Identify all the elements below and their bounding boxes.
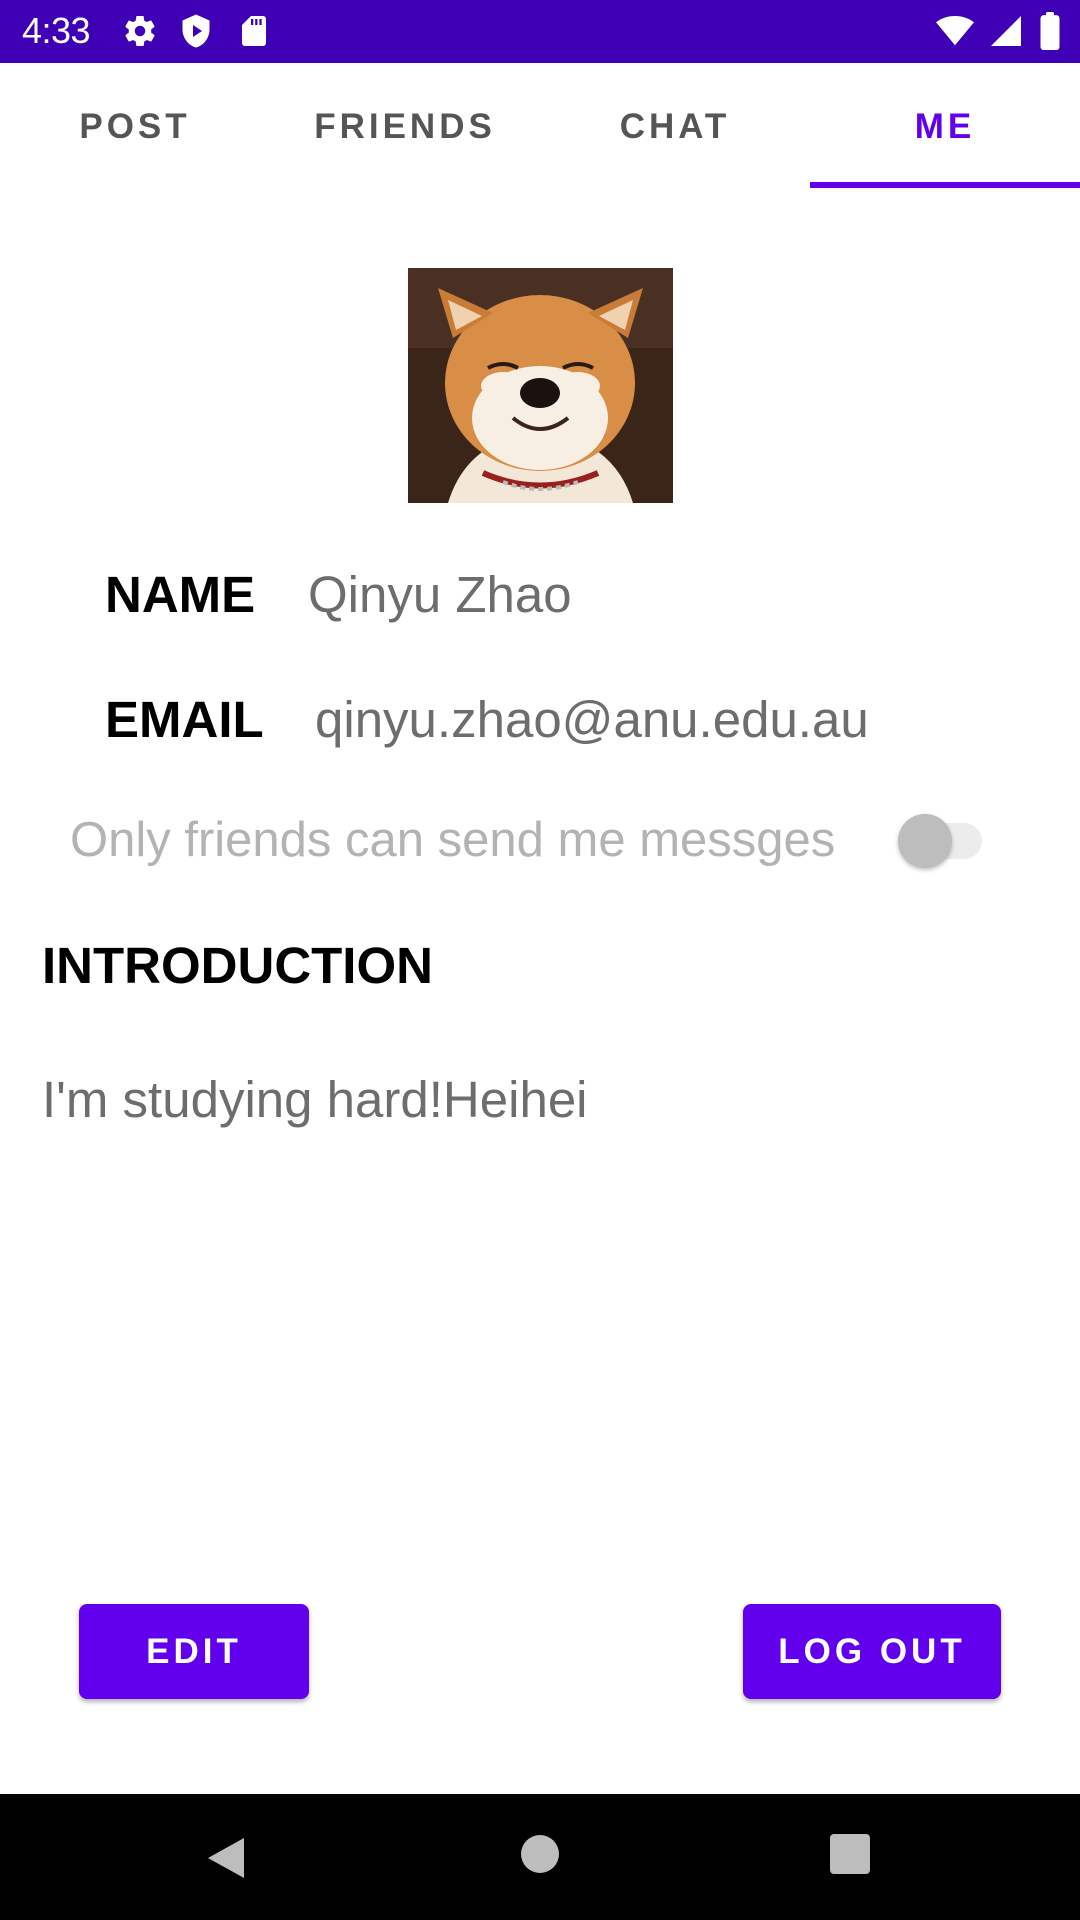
- tab-bar: POST FRIENDS CHAT ME: [0, 63, 1080, 190]
- home-icon[interactable]: [520, 1834, 560, 1874]
- name-label: NAME: [105, 566, 256, 623]
- friends-only-toggle-label: Only friends can send me messges: [70, 813, 836, 867]
- sd-card-icon: [242, 16, 266, 46]
- status-time: 4:33: [22, 10, 91, 51]
- recents-icon[interactable]: [830, 1834, 870, 1874]
- tab-post[interactable]: POST: [0, 63, 270, 190]
- settings-icon: [125, 16, 155, 47]
- friends-only-switch-thumb[interactable]: [898, 814, 952, 868]
- tab-friends[interactable]: FRIENDS: [270, 63, 540, 190]
- email-label: EMAIL: [105, 691, 264, 748]
- status-right-icons: [936, 12, 1062, 50]
- avatar[interactable]: [408, 268, 673, 503]
- navigation-bar: [0, 1794, 1080, 1920]
- shield-play-icon: [182, 14, 210, 48]
- edit-button[interactable]: EDIT: [79, 1604, 309, 1699]
- battery-icon: [1040, 12, 1060, 50]
- logout-button[interactable]: LOG OUT: [743, 1604, 1001, 1699]
- status-bar: 4:33: [0, 0, 1080, 63]
- introduction-heading: INTRODUCTION: [42, 937, 433, 994]
- tab-indicator: [810, 182, 1080, 188]
- email-value: qinyu.zhao@anu.edu.au: [315, 691, 869, 748]
- introduction-text: I'm studying hard!Heihei: [42, 1071, 588, 1128]
- tab-chat[interactable]: CHAT: [540, 63, 810, 190]
- wifi-icon: [936, 15, 974, 46]
- back-icon[interactable]: [204, 1834, 248, 1882]
- shiba-inu-avatar-image: [408, 268, 673, 503]
- cellular-signal-icon: [991, 16, 1021, 46]
- name-value: Qinyu Zhao: [308, 566, 572, 623]
- tab-me[interactable]: ME: [810, 63, 1080, 190]
